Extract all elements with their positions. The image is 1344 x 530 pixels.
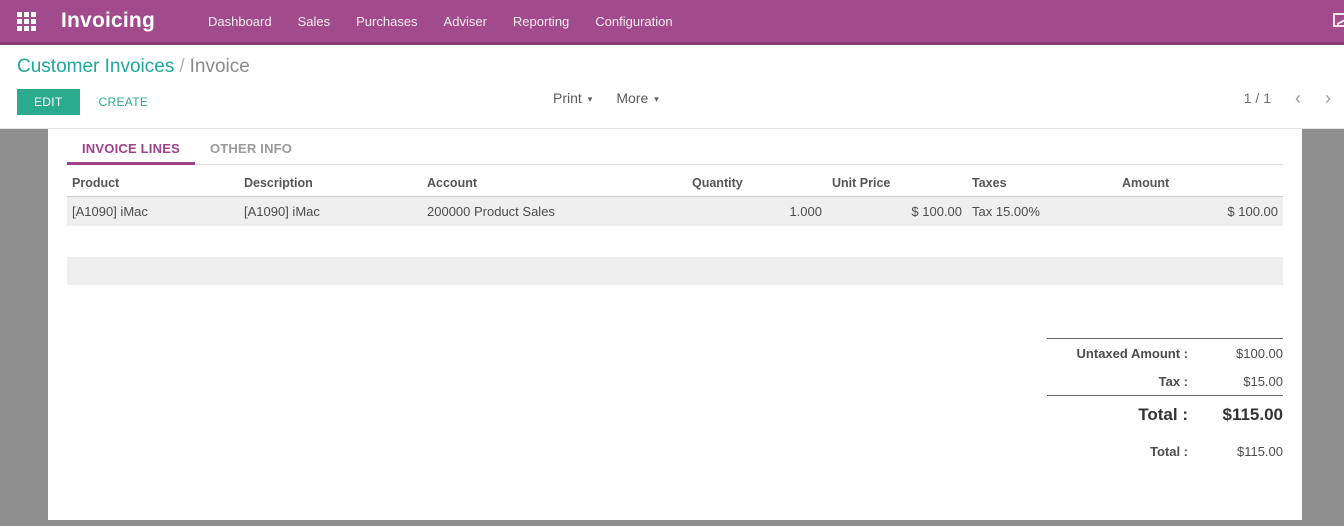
menu-item-adviser[interactable]: Adviser bbox=[431, 1, 500, 42]
empty-list-row-stripe bbox=[67, 257, 1283, 285]
tax-label: Tax : bbox=[1047, 374, 1188, 389]
column-header-product[interactable]: Product bbox=[67, 170, 239, 197]
apps-menu-icon[interactable] bbox=[17, 12, 36, 31]
chevron-down-icon: ▾ bbox=[654, 92, 659, 105]
menu-item-dashboard[interactable]: Dashboard bbox=[195, 1, 285, 42]
cell-quantity: 1.000 bbox=[687, 197, 827, 227]
table-header-row: Product Description Account Quantity Uni… bbox=[67, 170, 1283, 197]
form-sheet: INVOICE LINES OTHER INFO Product Descrip… bbox=[48, 129, 1302, 520]
column-header-taxes[interactable]: Taxes bbox=[967, 170, 1117, 197]
tab-other-info[interactable]: OTHER INFO bbox=[195, 133, 307, 164]
button-row: EDIT CREATE Print ▾ More ▾ 1 / 1 ‹ › bbox=[17, 87, 1344, 117]
top-navbar: Invoicing Dashboard Sales Purchases Advi… bbox=[0, 0, 1344, 45]
messages-envelope-icon[interactable] bbox=[1333, 13, 1344, 27]
cell-amount: $ 100.00 bbox=[1117, 197, 1283, 227]
cell-taxes: Tax 15.00% bbox=[967, 197, 1117, 227]
column-header-account[interactable]: Account bbox=[422, 170, 687, 197]
content-area: INVOICE LINES OTHER INFO Product Descrip… bbox=[0, 129, 1344, 526]
cell-unit-price: $ 100.00 bbox=[827, 197, 967, 227]
control-panel: Customer Invoices/Invoice EDIT CREATE Pr… bbox=[0, 45, 1344, 129]
column-header-description[interactable]: Description bbox=[239, 170, 422, 197]
main-menu: Dashboard Sales Purchases Adviser Report… bbox=[195, 1, 686, 42]
more-dropdown[interactable]: More ▾ bbox=[616, 90, 658, 106]
total-label: Total : bbox=[1047, 405, 1188, 425]
tax-value: $15.00 bbox=[1188, 374, 1283, 389]
action-dropdowns: Print ▾ More ▾ bbox=[553, 90, 683, 106]
pager-previous-icon[interactable]: ‹ bbox=[1295, 89, 1301, 107]
untaxed-amount-value: $100.00 bbox=[1188, 346, 1283, 361]
cell-product: [A1090] iMac bbox=[67, 197, 239, 227]
untaxed-amount-label: Untaxed Amount : bbox=[1047, 346, 1188, 361]
pager: 1 / 1 ‹ › bbox=[1244, 89, 1331, 107]
totals-block: Untaxed Amount : $100.00 Tax : $15.00 To… bbox=[1047, 338, 1283, 466]
menu-item-sales[interactable]: Sales bbox=[285, 1, 344, 42]
cell-description: [A1090] iMac bbox=[239, 197, 422, 227]
total-value: $115.00 bbox=[1188, 405, 1283, 425]
tax-row: Tax : $15.00 bbox=[1047, 367, 1283, 395]
app-title: Invoicing bbox=[61, 9, 155, 33]
menu-item-configuration[interactable]: Configuration bbox=[582, 1, 685, 42]
invoice-line-row[interactable]: [A1090] iMac [A1090] iMac 200000 Product… bbox=[67, 197, 1283, 227]
breadcrumb-current: Invoice bbox=[190, 56, 250, 77]
amount-due-label: Total : bbox=[1047, 444, 1188, 459]
column-header-quantity[interactable]: Quantity bbox=[687, 170, 827, 197]
breadcrumb-customer-invoices[interactable]: Customer Invoices bbox=[17, 56, 174, 77]
total-row: Total : $115.00 bbox=[1047, 396, 1283, 434]
pager-next-icon[interactable]: › bbox=[1325, 89, 1331, 107]
pager-value[interactable]: 1 / 1 bbox=[1244, 90, 1271, 106]
untaxed-amount-row: Untaxed Amount : $100.00 bbox=[1047, 339, 1283, 367]
invoice-lines-table: Product Description Account Quantity Uni… bbox=[67, 170, 1283, 226]
empty-list-row bbox=[67, 226, 1283, 257]
breadcrumb-separator: / bbox=[174, 56, 189, 77]
print-dropdown[interactable]: Print ▾ bbox=[553, 90, 592, 106]
amount-due-value: $115.00 bbox=[1188, 444, 1283, 459]
menu-item-purchases[interactable]: Purchases bbox=[343, 1, 430, 42]
breadcrumb: Customer Invoices/Invoice bbox=[17, 56, 1344, 78]
amount-due-row: Total : $115.00 bbox=[1047, 436, 1283, 466]
menu-item-reporting[interactable]: Reporting bbox=[500, 1, 582, 42]
column-header-amount[interactable]: Amount bbox=[1117, 170, 1283, 197]
notebook-tabs: INVOICE LINES OTHER INFO bbox=[67, 133, 1283, 165]
chevron-down-icon: ▾ bbox=[588, 92, 593, 105]
cell-account: 200000 Product Sales bbox=[422, 197, 687, 227]
column-header-unit-price[interactable]: Unit Price bbox=[827, 170, 967, 197]
create-button[interactable]: CREATE bbox=[99, 95, 149, 109]
tab-invoice-lines[interactable]: INVOICE LINES bbox=[67, 133, 195, 165]
edit-button[interactable]: EDIT bbox=[17, 89, 80, 115]
